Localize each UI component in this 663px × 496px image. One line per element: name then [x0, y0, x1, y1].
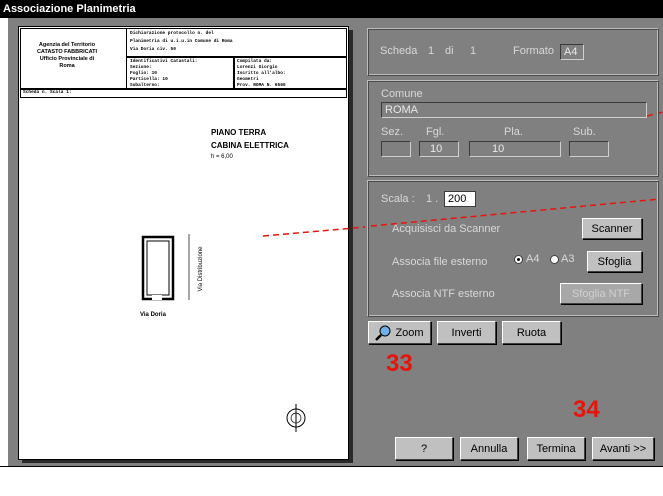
scanner-button[interactable]: Scanner	[582, 218, 642, 239]
radio-a4-label: A4	[526, 253, 540, 265]
room-inner-wall	[146, 240, 170, 296]
radio-a3[interactable]	[550, 255, 559, 264]
finish-button[interactable]: Termina	[527, 437, 585, 460]
annotation-33: 33	[386, 350, 413, 377]
status-area	[0, 466, 663, 496]
scanner-label: Acquisisci da Scanner	[392, 223, 501, 235]
street-vertical-wrap: Via Distribuzione	[196, 238, 206, 300]
ntf-label: Associa NTF esterno	[392, 288, 495, 300]
fgl-field[interactable]: 10	[419, 141, 459, 157]
callout-line-33	[262, 226, 366, 237]
sez-field[interactable]	[381, 141, 411, 157]
annotation-34: 34	[573, 396, 600, 423]
format-label: Formato	[513, 45, 554, 57]
file-label: Associa file esterno	[392, 256, 488, 268]
browse-button[interactable]: Sfoglia	[587, 251, 642, 272]
zoom-button[interactable]: Zoom	[368, 321, 431, 344]
help-button[interactable]: ?	[395, 437, 453, 460]
scale-label: Scala :	[381, 193, 415, 205]
scale-input[interactable]: 200	[444, 191, 476, 207]
comune-field[interactable]: ROMA	[381, 102, 647, 118]
street-vertical-label: Via Distribuzione	[198, 246, 204, 292]
scheda-of-label: di	[445, 45, 454, 57]
street-bottom-label: Via Doria	[140, 312, 166, 318]
sub-field[interactable]	[569, 141, 609, 157]
zoom-button-label: Zoom	[395, 327, 424, 339]
cancel-button[interactable]: Annulla	[460, 437, 518, 460]
rotate-button[interactable]: Ruota	[502, 321, 561, 344]
sez-label: Sez.	[381, 126, 404, 138]
scheda-current: 1	[428, 45, 435, 57]
scheda-total: 1	[470, 45, 477, 57]
scheda-label: Scheda	[380, 45, 418, 57]
scale-prefix: 1 .	[426, 193, 439, 205]
sub-label: Sub.	[573, 126, 596, 138]
comune-label: Comune	[381, 88, 423, 100]
door-opening	[152, 295, 162, 300]
next-button[interactable]: Avanti >>	[592, 437, 654, 460]
format-field[interactable]: A4	[560, 44, 584, 60]
pla-label: Pla.	[504, 126, 523, 138]
pla-field[interactable]: 10	[469, 141, 561, 157]
radio-a3-label: A3	[561, 253, 575, 265]
magnifier-icon	[375, 325, 392, 341]
ntf-browse-button[interactable]: Sfoglia NTF	[560, 283, 642, 304]
invert-button[interactable]: Inverti	[437, 321, 496, 344]
radio-a4[interactable]	[514, 255, 523, 264]
fgl-label: Fgl.	[426, 126, 445, 138]
